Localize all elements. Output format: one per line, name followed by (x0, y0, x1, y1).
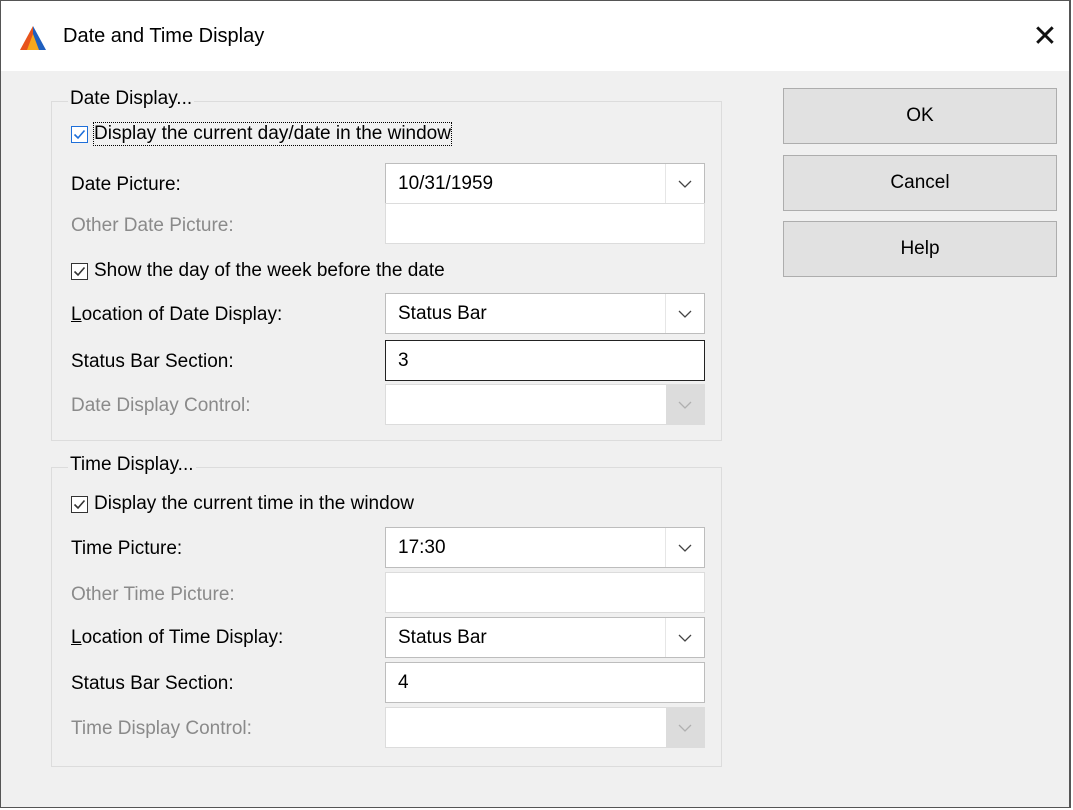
show-day-of-week-label: Show the day of the week before the date (94, 260, 445, 281)
app-logo-icon (19, 25, 47, 51)
title-bar: Date and Time Display ✕ (1, 1, 1069, 71)
date-display-control-combo (385, 384, 705, 425)
time-display-group-title: Time Display... (68, 454, 196, 476)
date-time-display-dialog: Date and Time Display ✕ Date Display... … (0, 0, 1071, 808)
time-status-bar-section-value: 4 (398, 672, 409, 693)
other-time-picture-label: Other Time Picture: (71, 584, 235, 605)
chevron-down-icon[interactable] (665, 294, 704, 333)
location-of-date-display-combo[interactable]: Status Bar (385, 293, 705, 334)
checkmark-icon (73, 129, 86, 139)
show-day-of-week-checkbox[interactable]: Show the day of the week before the date (71, 260, 445, 282)
chevron-down-icon (666, 385, 704, 424)
time-display-control-label: Time Display Control: (71, 718, 252, 739)
time-display-control-combo (385, 707, 705, 748)
date-status-bar-section-input[interactable]: 3 (385, 340, 705, 381)
time-status-bar-section-input[interactable]: 4 (385, 662, 705, 703)
checkbox-box[interactable] (71, 262, 88, 280)
chevron-down-icon[interactable] (665, 528, 704, 567)
date-picture-label: Date Picture: (71, 174, 181, 195)
checkbox-box[interactable] (71, 125, 88, 143)
location-of-date-display-label: Location of Date Display: (71, 304, 282, 326)
date-display-group-title: Date Display... (68, 88, 195, 110)
time-picture-value: 17:30 (398, 537, 446, 558)
chevron-down-icon[interactable] (665, 164, 704, 203)
location-of-time-display-value: Status Bar (398, 627, 487, 648)
checkmark-icon (73, 499, 86, 509)
label-text: ocation of Time Display: (81, 627, 284, 648)
label-text: ocation of Date Display: (81, 304, 283, 325)
display-date-checkbox-label: Display the current day/date in the wind… (93, 122, 452, 146)
mnemonic-letter: L (71, 627, 82, 648)
chevron-down-icon[interactable] (665, 618, 704, 657)
checkbox-box[interactable] (71, 495, 88, 513)
cancel-button[interactable]: Cancel (783, 155, 1057, 211)
location-of-time-display-label: Location of Time Display: (71, 627, 283, 649)
help-button[interactable]: Help (783, 221, 1057, 277)
location-of-time-display-combo[interactable]: Status Bar (385, 617, 705, 658)
close-icon[interactable]: ✕ (1025, 17, 1065, 57)
other-time-picture-field (385, 572, 705, 613)
window-title: Date and Time Display (63, 25, 265, 47)
chevron-down-icon (666, 708, 704, 747)
time-picture-combo[interactable]: 17:30 (385, 527, 705, 568)
display-time-checkbox[interactable]: Display the current time in the window (71, 493, 414, 515)
date-display-control-label: Date Display Control: (71, 395, 251, 416)
location-of-date-display-value: Status Bar (398, 303, 487, 324)
display-time-checkbox-label: Display the current time in the window (94, 493, 414, 514)
other-date-picture-field (385, 203, 705, 244)
ok-button[interactable]: OK (783, 88, 1057, 144)
date-picture-combo[interactable]: 10/31/1959 (385, 163, 705, 204)
display-date-checkbox[interactable]: Display the current day/date in the wind… (71, 122, 452, 146)
time-status-bar-section-label: Status Bar Section: (71, 673, 234, 694)
date-status-bar-section-value: 3 (398, 350, 409, 371)
date-picture-value: 10/31/1959 (398, 173, 494, 194)
time-picture-label: Time Picture: (71, 538, 183, 559)
date-status-bar-section-label: Status Bar Section: (71, 351, 234, 372)
checkmark-icon (73, 266, 86, 276)
other-date-picture-label: Other Date Picture: (71, 215, 234, 236)
mnemonic-letter: L (71, 304, 82, 325)
